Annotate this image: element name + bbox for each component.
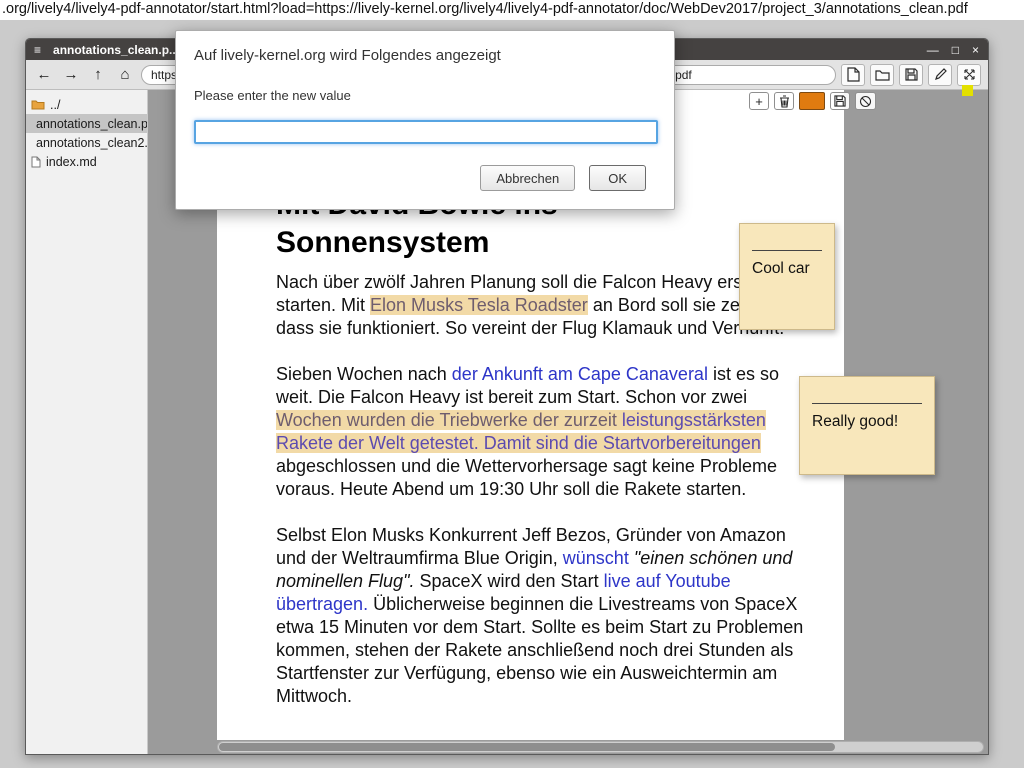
save-button[interactable] [899,64,923,86]
sticky-note-cool-car[interactable]: Cool car [739,223,835,330]
folder-icon [875,69,890,81]
paragraph-1: Nach über zwölf Jahren Planung soll die … [276,271,813,340]
paragraph-2: Sieben Wochen nach der Ankunft am Cape C… [276,363,813,501]
sidebar-item-label: annotations_clean.p... [36,117,147,131]
note-text: Cool car [752,260,822,278]
sidebar-item-annotations-clean[interactable]: annotations_clean.p... [26,114,147,133]
prompt-dialog: Auf lively-kernel.org wird Folgendes ang… [175,30,675,210]
note-text: Really good! [812,413,922,431]
up-button[interactable]: ↑ [87,65,109,85]
expand-button[interactable] [957,64,981,86]
hamburger-menu-icon[interactable]: ≡ [34,43,41,57]
folder-icon [31,99,45,110]
maximize-button[interactable]: □ [952,43,959,57]
edit-button[interactable] [928,64,952,86]
save-icon [905,68,918,81]
horizontal-scrollbar[interactable] [217,741,984,753]
file-list-sidebar: ../ annotations_clean.p... annotations_c… [26,90,148,754]
file-icon [31,156,41,168]
note-divider-line [812,403,922,404]
color-swatch[interactable] [799,92,825,110]
trash-icon [779,95,790,108]
home-button[interactable]: ⌂ [114,65,136,85]
cancel-button[interactable]: Abbrechen [480,165,575,191]
window-title: annotations_clean.p... [53,43,179,57]
pdf-document-text: Mit David Bowie ins Sonnensystem Nach üb… [276,186,813,731]
open-folder-button[interactable] [870,64,894,86]
note-divider-line [752,250,822,251]
delete-annotation-button[interactable] [774,92,794,110]
sidebar-item-annotations-clean2[interactable]: annotations_clean2... [26,133,147,152]
yellow-selection-marker [962,85,973,96]
add-annotation-button[interactable]: + [749,92,769,110]
scrollbar-thumb[interactable] [219,743,835,751]
dialog-value-input[interactable] [194,120,658,144]
sidebar-item-index-md[interactable]: index.md [26,152,147,171]
ok-button[interactable]: OK [589,165,646,191]
sticky-note-really-good[interactable]: Really good! [799,376,935,475]
close-button[interactable]: × [972,43,979,57]
sidebar-item-label: annotations_clean2... [36,136,147,150]
sidebar-item-parent-dir[interactable]: ../ [26,95,147,114]
sidebar-item-label: index.md [46,155,97,169]
cancel-annotations-button[interactable] [855,92,876,110]
annotation-toolbar: + [749,92,876,110]
save-annotations-button[interactable] [830,92,850,110]
paragraph-3: Selbst Elon Musks Konkurrent Jeff Bezos,… [276,524,813,708]
dialog-title: Auf lively-kernel.org wird Folgendes ang… [194,47,656,64]
edit-pencil-icon [934,68,947,81]
dialog-message: Please enter the new value [194,88,656,103]
new-file-icon [847,67,860,82]
forward-button[interactable]: → [60,65,82,85]
back-button[interactable]: ← [33,65,55,85]
cancel-circle-icon [859,95,872,108]
sidebar-item-label: ../ [50,98,60,112]
new-file-button[interactable] [841,64,865,86]
browser-url-text: .org/lively4/lively4-pdf-annotator/start… [0,0,1024,20]
expand-icon [963,68,976,81]
minimize-button[interactable]: — [927,43,939,57]
save-icon [834,95,846,107]
